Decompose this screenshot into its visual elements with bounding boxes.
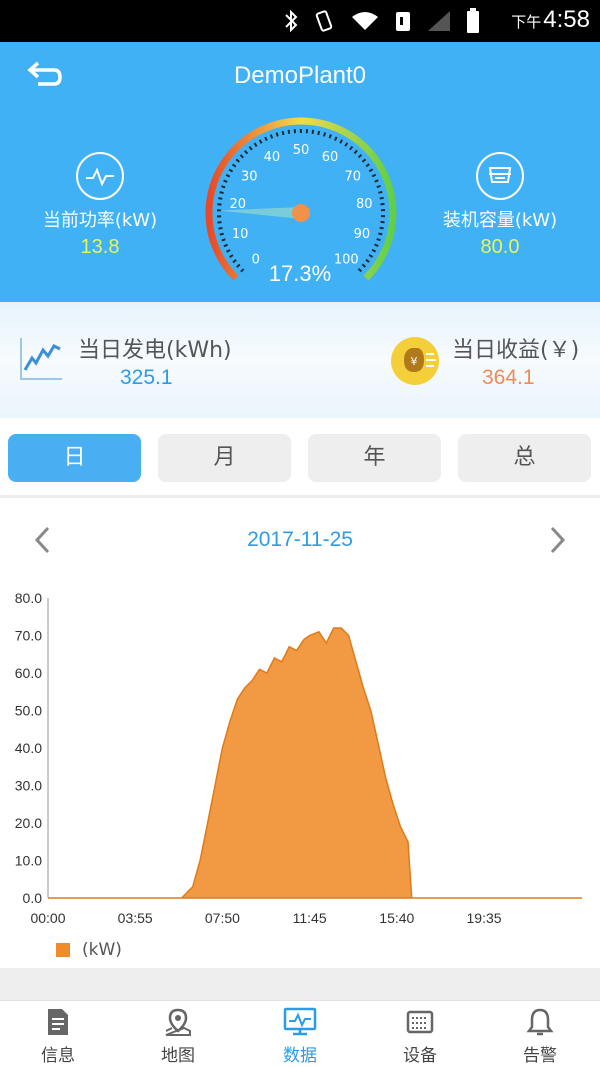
- clock: 下午4:58: [511, 6, 590, 33]
- capacity-value: 80.0: [480, 236, 520, 258]
- selected-date: 2017-11-25: [247, 528, 353, 551]
- svg-text:¥: ¥: [411, 355, 418, 368]
- signal-icon: [428, 11, 450, 31]
- status-bar: 下午4:58: [0, 0, 600, 42]
- x-tick-label: 07:50: [205, 910, 240, 926]
- legend-swatch: [56, 943, 70, 957]
- gauge-tick-label: 90: [354, 227, 371, 242]
- x-tick-label: 15:40: [379, 910, 414, 926]
- map-pin-icon: [165, 1008, 191, 1036]
- power-area-series: [48, 627, 582, 899]
- nav-data-label: 数据: [283, 1046, 317, 1066]
- battery-icon: [467, 8, 479, 33]
- nav-alarm-label: 告警: [523, 1046, 557, 1066]
- nav-info[interactable]: 信息: [8, 1007, 108, 1066]
- gauge-tick-label: 50: [293, 143, 310, 158]
- sim-icon: [396, 12, 410, 31]
- nav-device-label: 设备: [403, 1046, 437, 1066]
- y-tick-label: 80.0: [15, 590, 42, 606]
- vibrate-icon: [315, 10, 333, 32]
- y-tick-label: 60.0: [15, 665, 42, 681]
- section-separator: [0, 968, 600, 1000]
- gauge-percent: 17.3%: [268, 261, 332, 286]
- gauge-tick-label: 80: [356, 197, 373, 212]
- nav-info-label: 信息: [41, 1046, 75, 1066]
- capacity-box-icon: [476, 152, 524, 200]
- tab-year[interactable]: 年: [308, 434, 441, 482]
- gauge-tick-label: 60: [322, 150, 339, 165]
- y-tick-label: 50.0: [15, 703, 42, 719]
- gauge-tick-label: 30: [241, 169, 258, 184]
- wifi-icon: [352, 12, 378, 30]
- bluetooth-icon: [285, 9, 298, 33]
- power-area-chart: 0.0 10.0 20.0 30.0 40.0 50.0 60.0 70.0 80.0 00:00…: [15, 590, 583, 926]
- daily-income-value: 364.1: [482, 366, 535, 389]
- money-bag-coin-icon: ¥: [391, 337, 439, 385]
- bell-icon: [526, 1008, 554, 1036]
- next-date-chevron-icon[interactable]: [546, 524, 570, 556]
- x-tick-label: 11:45: [293, 910, 327, 926]
- tab-month[interactable]: 月: [158, 434, 291, 482]
- y-tick-label: 10.0: [15, 853, 42, 869]
- gauge-hub: [292, 204, 310, 222]
- daily-generation-value: 325.1: [120, 366, 173, 389]
- plant-header: DemoPlant0 当前功率(kW) 13.8 0 10 20 30 40 50 60 70…: [0, 42, 600, 302]
- chart-legend: (kW): [56, 940, 122, 960]
- nav-device[interactable]: 设备: [370, 1007, 470, 1066]
- status-icons: [284, 8, 480, 34]
- y-tick-label: 30.0: [15, 778, 42, 794]
- device-icon: [406, 1010, 434, 1034]
- nav-alarm[interactable]: 告警: [490, 1007, 590, 1066]
- x-tick-label: 00:00: [30, 910, 65, 926]
- nav-map[interactable]: 地图: [128, 1007, 228, 1066]
- y-tick-label: 70.0: [15, 628, 42, 644]
- daily-income-label: 当日收益(￥): [452, 338, 580, 363]
- nav-map-label: 地图: [161, 1046, 195, 1066]
- legend-label: (kW): [82, 940, 122, 960]
- y-tick-label: 0.0: [23, 890, 43, 906]
- current-power-label: 当前功率(kW): [42, 210, 158, 231]
- capacity-stat: 装机容量(kW) 80.0: [420, 152, 580, 259]
- gauge-tick-label: 10: [232, 227, 249, 242]
- y-tick-label: 20.0: [15, 815, 42, 831]
- bottom-navigation: 信息 地图 数据 设备 告警: [0, 1000, 600, 1067]
- trend-chart-icon: [20, 338, 62, 380]
- current-power-value: 13.8: [80, 236, 120, 258]
- daily-summary: 当日发电(kWh) 325.1 ¥ 当日收益(￥) 364.1: [0, 302, 600, 418]
- current-power-stat: 当前功率(kW) 13.8: [20, 152, 180, 259]
- monitor-chart-icon: [283, 1007, 317, 1036]
- y-tick-label: 40.0: [15, 740, 42, 756]
- page-title: DemoPlant0: [233, 62, 367, 89]
- tab-total[interactable]: 总: [458, 434, 591, 482]
- date-navigator: 2017-11-25: [0, 510, 600, 570]
- x-tick-label: 03:55: [118, 910, 153, 926]
- power-chart: 0.0 10.0 20.0 30.0 40.0 50.0 60.0 70.0 80.0 00:00…: [0, 580, 600, 970]
- pulse-icon: [76, 152, 124, 200]
- x-tick-label: 19:35: [467, 910, 502, 926]
- gauge-tick-label: 40: [264, 150, 281, 165]
- document-icon: [48, 1009, 68, 1035]
- tab-day[interactable]: 日: [8, 434, 141, 482]
- capacity-label: 装机容量(kW): [442, 210, 558, 231]
- gauge-tick-label: 70: [345, 169, 362, 184]
- period-tabs: 日 月 年 总: [0, 418, 600, 498]
- daily-generation-label: 当日发电(kWh): [78, 338, 232, 363]
- nav-data[interactable]: 数据: [250, 1007, 350, 1066]
